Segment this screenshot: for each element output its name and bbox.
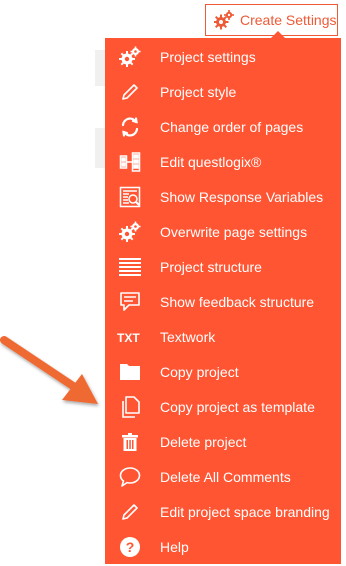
menu-item-label: Change order of pages: [160, 118, 304, 135]
menu-item-label: Delete project: [160, 433, 247, 450]
logic-blocks-icon: [117, 149, 143, 175]
menu-item-change-order[interactable]: Change order of pages: [105, 109, 341, 144]
menu-item-show-feedback-structure[interactable]: Show feedback structure: [105, 284, 341, 319]
dropdown-caret: [271, 31, 285, 38]
menu-item-label: Edit project space branding: [160, 503, 330, 520]
gears-icon: [117, 44, 143, 70]
menu-item-copy-project-as-template[interactable]: Copy project as template: [105, 389, 341, 424]
pencil-icon: [117, 499, 143, 525]
menu-item-label: Textwork: [160, 328, 216, 345]
menu-item-label: Show feedback structure: [160, 293, 315, 310]
menu-item-show-response-variables[interactable]: Show Response Variables: [105, 179, 341, 214]
trash-icon: [117, 429, 143, 455]
menu-item-project-structure[interactable]: Project structure: [105, 249, 341, 284]
menu-item-project-settings[interactable]: Project settings: [105, 39, 341, 74]
create-settings-label: Create Settings: [240, 12, 337, 28]
comment-bubble-icon: [117, 464, 143, 490]
menu-item-label: Project structure: [160, 258, 262, 275]
swap-arrows-icon: [117, 114, 143, 140]
settings-dropdown-menu: Project settings Project style Change or…: [105, 38, 341, 564]
menu-item-delete-all-comments[interactable]: Delete All Comments: [105, 459, 341, 494]
menu-item-edit-branding[interactable]: Edit project space branding: [105, 494, 341, 529]
feedback-bubble-icon: [117, 289, 143, 315]
menu-item-label: Copy project as template: [160, 398, 315, 415]
svg-text:?: ?: [126, 539, 135, 555]
menu-item-label: Copy project: [160, 363, 239, 380]
menu-item-label: Show Response Variables: [160, 188, 324, 205]
svg-text:TXT: TXT: [117, 331, 140, 345]
search-list-icon: [117, 184, 143, 210]
menu-item-edit-questlogix[interactable]: Edit questlogix®: [105, 144, 341, 179]
txt-icon: TXT: [117, 324, 143, 350]
gears-icon: [214, 10, 234, 30]
help-circle-icon: ?: [117, 534, 143, 560]
menu-item-delete-project[interactable]: Delete project: [105, 424, 341, 459]
menu-item-textwork[interactable]: TXT Textwork: [105, 319, 341, 354]
lines-icon: [117, 254, 143, 280]
pencil-icon: [117, 79, 143, 105]
menu-item-label: Project settings: [160, 48, 256, 65]
menu-item-label: Overwrite page settings: [160, 223, 308, 240]
menu-item-copy-project[interactable]: Copy project: [105, 354, 341, 389]
menu-item-overwrite-page-settings[interactable]: Overwrite page settings: [105, 214, 341, 249]
annotation-arrow: [0, 336, 98, 404]
menu-item-label: Project style: [160, 83, 237, 100]
folder-icon: [117, 359, 143, 385]
copy-pages-icon: [117, 394, 143, 420]
menu-item-label: Delete All Comments: [160, 468, 291, 485]
menu-item-label: Help: [160, 538, 189, 555]
gears-icon: [117, 219, 143, 245]
menu-item-project-style[interactable]: Project style: [105, 74, 341, 109]
menu-item-label: Edit questlogix®: [160, 153, 262, 170]
menu-item-help[interactable]: ? Help: [105, 529, 341, 564]
